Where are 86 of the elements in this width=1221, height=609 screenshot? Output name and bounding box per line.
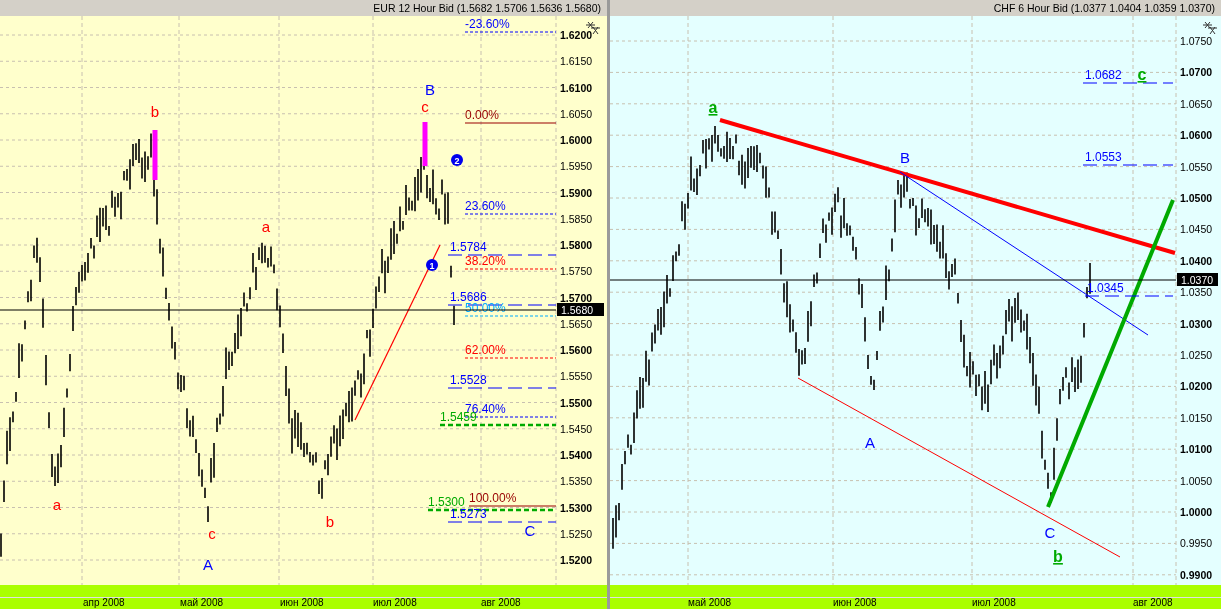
axis-label: 1.5900: [560, 186, 593, 199]
axis-label: 1.0050: [1180, 474, 1213, 487]
level-label: -23.60%: [465, 17, 510, 31]
axis-label: 1.6000: [560, 134, 593, 146]
month-label: июл 2008: [972, 597, 1016, 609]
axis-label: 1.0600: [1180, 129, 1213, 142]
axis-label: 1.0000: [1180, 506, 1213, 518]
axis-label: 1.0400: [1180, 254, 1213, 267]
wave-label: A: [203, 556, 213, 573]
level-label: 1.5784: [450, 240, 487, 254]
axis-label: 1.0650: [1180, 97, 1213, 110]
level-label: 1.5528: [450, 373, 487, 387]
wave-label: C: [1044, 524, 1056, 541]
level-label: 1.0553: [1085, 150, 1122, 164]
axis-label: 1.5800: [560, 239, 593, 251]
axis-label: 1.0200: [1180, 380, 1213, 393]
axis-label: 1.5200: [560, 554, 593, 566]
axis-label: 1.5850: [560, 212, 593, 225]
axis-label: 1.0300: [1180, 317, 1213, 330]
axis-label: 1.0450: [1180, 223, 1213, 236]
level-label: 1.5273: [450, 507, 487, 521]
wave-label: b: [150, 103, 160, 120]
month-label: июн 2008: [833, 597, 877, 609]
axis-label: 1.5750: [560, 265, 593, 278]
wave-label: b: [1053, 548, 1063, 565]
axis-label: 0.9950: [1180, 537, 1213, 550]
wave-label: c: [208, 525, 216, 542]
wave-label: b: [325, 513, 335, 530]
wave-label: a: [708, 99, 718, 116]
wave-marker: 1: [426, 259, 438, 271]
wave-label: a: [261, 218, 271, 235]
axis-label: 1.5350: [560, 475, 593, 488]
axis-label: 1.5400: [560, 449, 593, 461]
wave-label: A: [865, 434, 875, 451]
axis-label: 1.5300: [560, 501, 593, 514]
level-label: 100.00%: [469, 491, 517, 505]
month-label: май 2008: [688, 597, 732, 609]
axis-label: 1.0700: [1180, 66, 1213, 79]
axis-label: 1.5950: [560, 160, 593, 173]
chart-title: EUR 12 Hour Bid (1.5682 1.5706 1.5636 1.5680): [373, 2, 601, 14]
wave-label: c: [421, 98, 429, 115]
settings-icon: [1202, 21, 1218, 35]
axis-label: 1.5450: [560, 422, 593, 435]
axis-label: 1.6100: [560, 81, 593, 94]
axis-label: 0.9900: [1180, 568, 1213, 581]
wave-label: C: [524, 522, 536, 539]
level-label: 23.60%: [465, 199, 506, 213]
highlight-bar: [152, 130, 158, 180]
wave-marker: 2: [451, 154, 463, 166]
axis-label: 1.5550: [560, 370, 593, 383]
month-label: июл 2008: [373, 597, 417, 609]
current-price-label: 1.0370: [1177, 273, 1218, 286]
axis-label: 1.0550: [1180, 160, 1213, 173]
level-label: 1.5686: [450, 290, 487, 304]
month-label: апр 2008: [83, 597, 125, 609]
axis-label: 1.5500: [560, 396, 593, 409]
axis-label: 1.0100: [1180, 443, 1213, 456]
current-price-label: 1.5680: [557, 303, 604, 316]
highlight-bar: [422, 122, 428, 166]
axis-label: 1.0250: [1180, 349, 1213, 361]
wave-label: B: [900, 149, 910, 166]
axis-label: 1.5600: [560, 344, 593, 356]
axis-label: 1.5650: [560, 317, 593, 330]
chart-title: CHF 6 Hour Bid (1.0377 1.0404 1.0359 1.0370): [993, 2, 1215, 14]
wave-label: B: [425, 81, 435, 98]
level-label: 0.00%: [465, 108, 500, 122]
month-label: май 2008: [180, 597, 224, 609]
level-label: 50.00%: [465, 301, 506, 315]
axis-label: 1.5700: [560, 291, 593, 304]
axis-label: 1.5250: [560, 527, 593, 540]
axis-label: 1.0150: [1180, 411, 1213, 424]
axis-label: 1.0350: [1180, 286, 1213, 299]
level-label: 1.0682: [1085, 68, 1122, 82]
axis-label: 1.6050: [560, 107, 593, 120]
wave-label: c: [1137, 66, 1147, 83]
axis-label: 1.0500: [1180, 192, 1213, 204]
axis-label: 1.0750: [1180, 35, 1213, 47]
wave-label: a: [52, 496, 62, 513]
level-label: 1.5300: [428, 495, 465, 509]
axis-label: 1.6150: [560, 55, 593, 68]
month-label: июн 2008: [280, 597, 324, 609]
level-label: 38.20%: [465, 254, 506, 268]
month-label: авг 2008: [481, 597, 521, 609]
axis-label: 1.6200: [560, 29, 593, 41]
month-label: авг 2008: [1133, 597, 1173, 609]
level-label: 62.00%: [465, 343, 506, 357]
